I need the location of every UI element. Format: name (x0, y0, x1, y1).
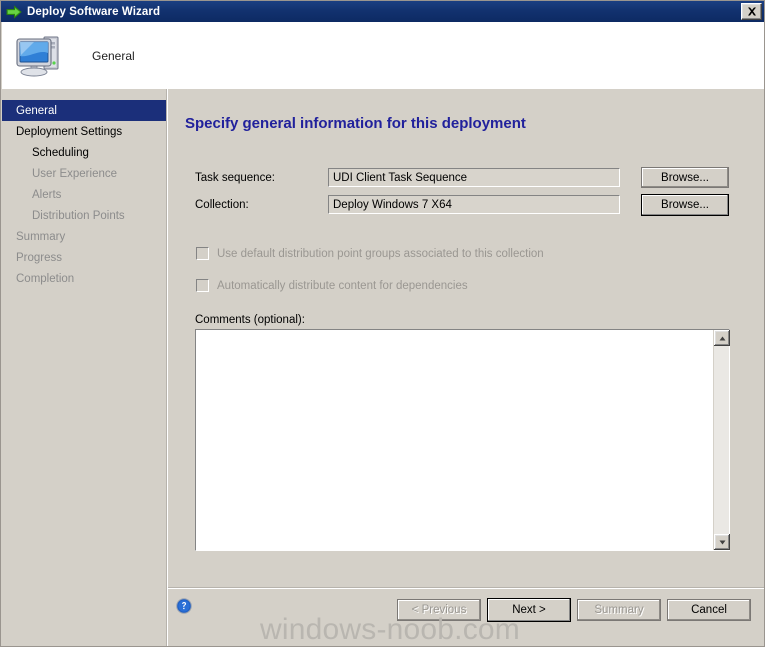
title-bar-buttons (741, 3, 764, 20)
footer-button-previous[interactable]: < Previous (397, 599, 481, 621)
sidebar-item-label: Alerts (32, 188, 62, 201)
use-default-dp-groups-row[interactable]: Use default distribution point groups as… (196, 247, 544, 260)
scroll-down-arrow-icon[interactable] (714, 534, 730, 550)
title-bar-left: Deploy Software Wizard (1, 4, 741, 19)
sidebar-item-label: General (16, 104, 57, 117)
footer-button-next[interactable]: Next > (487, 598, 571, 622)
sidebar-item-scheduling[interactable]: Scheduling (2, 142, 166, 163)
use-default-dp-groups-checkbox[interactable] (196, 247, 209, 260)
wizard-header: General (2, 22, 764, 89)
close-icon[interactable] (741, 3, 762, 20)
deploy-software-wizard-window: Deploy Software Wizard General General D… (0, 0, 765, 647)
footer-button-summary[interactable]: Summary (577, 599, 661, 621)
sidebar-item-label: Distribution Points (32, 209, 125, 222)
title-bar: Deploy Software Wizard (1, 1, 764, 22)
task-sequence-label: Task sequence: (195, 172, 275, 184)
auto-distribute-dependencies-row[interactable]: Automatically distribute content for dep… (196, 279, 468, 292)
page-title: Specify general information for this dep… (185, 115, 526, 133)
sidebar-item-label: Deployment Settings (16, 125, 123, 138)
collection-browse-button[interactable]: Browse... (641, 194, 729, 216)
comments-value[interactable] (196, 330, 713, 550)
auto-distribute-dependencies-checkbox[interactable] (196, 279, 209, 292)
auto-distribute-dependencies-label: Automatically distribute content for dep… (217, 279, 468, 292)
footer-button-cancel[interactable]: Cancel (667, 599, 751, 621)
sidebar-item-label: Scheduling (32, 146, 89, 159)
help-circle-icon[interactable] (176, 598, 192, 614)
use-default-dp-groups-label: Use default distribution point groups as… (217, 247, 544, 260)
sidebar-item-label: Progress (16, 251, 63, 264)
window-title: Deploy Software Wizard (27, 5, 161, 18)
wizard-navigation-sidebar: General Deployment Settings Scheduling User… (2, 89, 166, 646)
task-sequence-input[interactable]: UDI Client Task Sequence (328, 168, 620, 187)
sidebar-item-label: Completion (16, 272, 75, 285)
sidebar-item-deployment-settings[interactable]: Deployment Settings (2, 121, 166, 142)
collection-input[interactable]: Deploy Windows 7 X64 (328, 195, 620, 214)
wizard-content-panel: Specify general information for this dep… (168, 89, 764, 646)
sidebar-item-distribution-points[interactable]: Distribution Points (2, 205, 166, 226)
comments-scrollbar[interactable] (713, 330, 730, 550)
navigation-list: General Deployment Settings Scheduling User… (2, 100, 166, 289)
sidebar-item-label: User Experience (32, 167, 118, 180)
sidebar-item-general[interactable]: General (2, 100, 166, 121)
sidebar-item-alerts[interactable]: Alerts (2, 184, 166, 205)
wizard-body: General Deployment Settings Scheduling User… (2, 89, 764, 646)
sidebar-item-progress[interactable]: Progress (2, 247, 166, 268)
scroll-up-arrow-icon[interactable] (714, 330, 730, 346)
sidebar-item-completion[interactable]: Completion (2, 268, 166, 289)
collection-label: Collection: (195, 199, 249, 211)
sidebar-item-label: Summary (16, 230, 66, 243)
computer-icon (14, 31, 66, 81)
comments-label: Comments (optional): (195, 314, 305, 326)
sidebar-item-summary[interactable]: Summary (2, 226, 166, 247)
task-sequence-browse-button[interactable]: Browse... (641, 167, 729, 188)
wizard-footer: < Previous Next > Summary Cancel (168, 589, 764, 646)
comments-textarea[interactable] (195, 329, 730, 551)
sidebar-item-user-experience[interactable]: User Experience (2, 163, 166, 184)
header-caption: General (92, 48, 135, 63)
green-right-arrow-icon (6, 4, 22, 19)
